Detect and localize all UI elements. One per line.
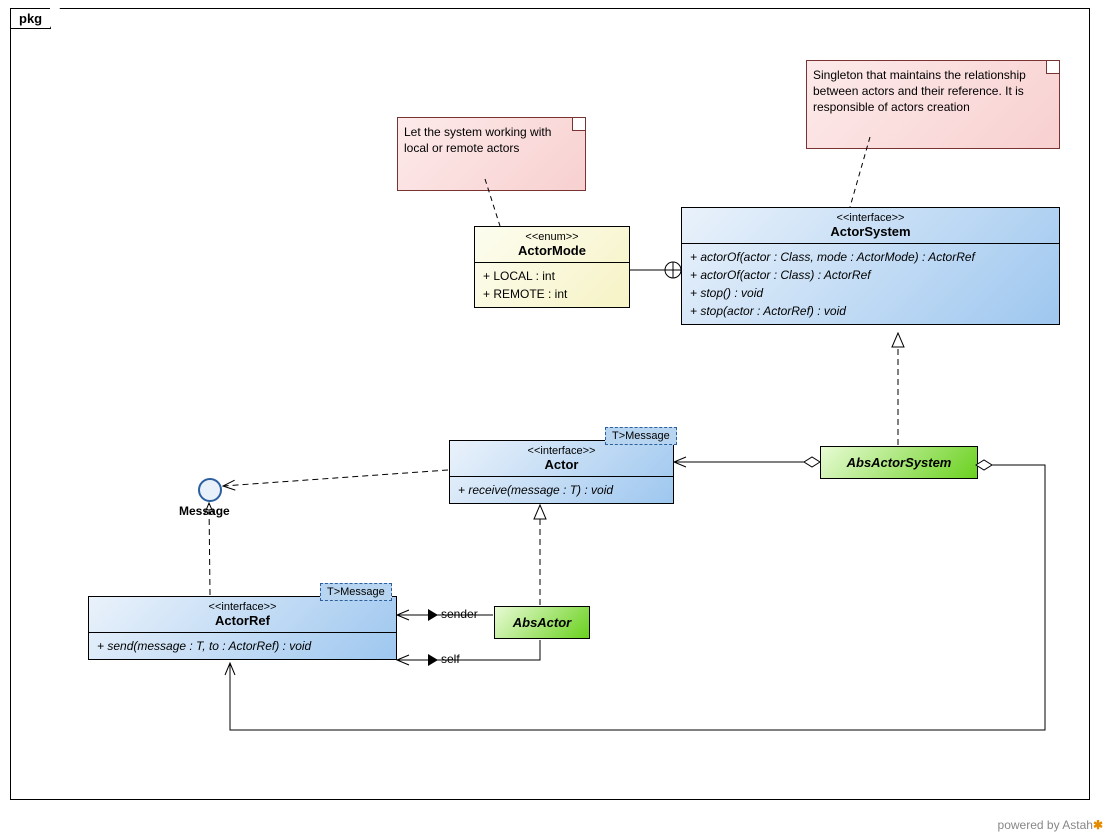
- message-interface-icon: [198, 478, 222, 502]
- class-name: ActorSystem: [688, 224, 1053, 239]
- label-sender: sender: [441, 607, 478, 621]
- op: + actorOf(actor : Class, mode : ActorMod…: [690, 248, 1051, 266]
- class-name: ActorRef: [95, 613, 390, 628]
- stereotype: <<interface>>: [95, 601, 390, 613]
- note-fold-icon: [572, 118, 585, 131]
- stereotype: <<interface>>: [456, 445, 667, 457]
- template-actorref: T>Message: [320, 583, 392, 601]
- class-head: <<interface>> ActorRef: [89, 597, 396, 633]
- note-fold-icon: [1046, 61, 1059, 74]
- class-absactorsystem: AbsActorSystem: [820, 446, 978, 479]
- attr: + REMOTE : int: [483, 285, 621, 303]
- note-actorsystem-text: Singleton that maintains the relationshi…: [813, 68, 1026, 114]
- note-actormode: Let the system working with local or rem…: [397, 117, 586, 191]
- class-name: ActorMode: [481, 243, 623, 258]
- class-actorsystem: <<interface>> ActorSystem + actorOf(acto…: [681, 207, 1060, 325]
- class-head: AbsActor: [495, 607, 589, 638]
- class-name: AbsActor: [503, 615, 581, 630]
- class-actorref: <<interface>> ActorRef + send(message : …: [88, 596, 397, 660]
- template-text: T>Message: [612, 430, 670, 442]
- note-actorsystem: Singleton that maintains the relationshi…: [806, 60, 1060, 149]
- class-head: <<enum>> ActorMode: [475, 227, 629, 263]
- class-head: <<interface>> ActorSystem: [682, 208, 1059, 244]
- label-self: self: [441, 652, 460, 666]
- template-text: T>Message: [327, 586, 385, 598]
- template-actor: T>Message: [605, 427, 677, 445]
- astah-logo-icon: ✱: [1093, 818, 1103, 832]
- class-actormode: <<enum>> ActorMode + LOCAL : int + REMOT…: [474, 226, 630, 308]
- footer: powered by Astah✱: [998, 818, 1103, 832]
- class-absactor: AbsActor: [494, 606, 590, 639]
- op: + stop(actor : ActorRef) : void: [690, 302, 1051, 320]
- class-head: <<interface>> Actor: [450, 441, 673, 477]
- class-actor: <<interface>> Actor + receive(message : …: [449, 440, 674, 504]
- attr: + LOCAL : int: [483, 267, 621, 285]
- message-label: Message: [179, 504, 230, 518]
- op: + receive(message : T) : void: [458, 481, 665, 499]
- stereotype: <<interface>>: [688, 212, 1053, 224]
- diagram-canvas: pkg Singleton that maintains the relatio…: [0, 0, 1109, 836]
- class-name: AbsActorSystem: [829, 455, 969, 470]
- class-body: + receive(message : T) : void: [450, 477, 673, 503]
- op: + stop() : void: [690, 284, 1051, 302]
- class-head: AbsActorSystem: [821, 447, 977, 478]
- frame-tab: pkg: [10, 8, 51, 29]
- note-actormode-text: Let the system working with local or rem…: [404, 125, 551, 155]
- stereotype: <<enum>>: [481, 231, 623, 243]
- class-body: + actorOf(actor : Class, mode : ActorMod…: [682, 244, 1059, 324]
- class-body: + send(message : T, to : ActorRef) : voi…: [89, 633, 396, 659]
- class-body: + LOCAL : int + REMOTE : int: [475, 263, 629, 307]
- frame-label: pkg: [19, 11, 42, 26]
- op: + send(message : T, to : ActorRef) : voi…: [97, 637, 388, 655]
- class-name: Actor: [456, 457, 667, 472]
- footer-text: powered by Astah: [998, 818, 1093, 832]
- op: + actorOf(actor : Class) : ActorRef: [690, 266, 1051, 284]
